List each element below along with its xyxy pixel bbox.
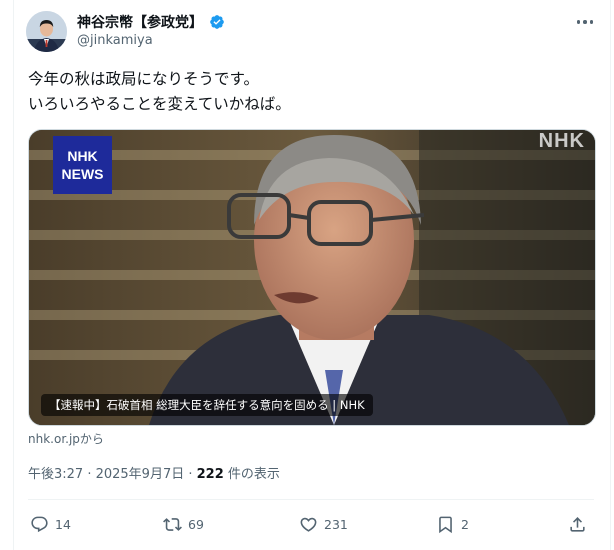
views-count: 222 <box>196 467 224 482</box>
author-display-name[interactable]: 神谷宗幣【参政党】 <box>77 12 203 32</box>
badge-line: NHK <box>67 148 98 164</box>
share-button[interactable] <box>568 510 587 538</box>
nhk-watermark: NHK <box>538 130 585 152</box>
retweet-button[interactable]: 69 <box>163 510 204 538</box>
author-name-row[interactable]: 神谷宗幣【参政党】 <box>77 12 225 32</box>
bookmark-button[interactable]: 2 <box>436 510 469 538</box>
like-count: 231 <box>324 516 348 532</box>
media-image[interactable]: NHK NEWS NHK 【速報中】石破首相 総理大臣を辞任する意向を固める |… <box>28 129 596 426</box>
like-icon <box>300 517 317 532</box>
tweet-text-line: 今年の秋は政局になりそうです。 <box>28 70 259 88</box>
reply-icon <box>31 516 48 532</box>
author-handle[interactable]: @jinkamiya <box>77 33 153 48</box>
retweet-icon <box>163 517 182 531</box>
action-bar: 14 69 231 2 <box>30 510 594 538</box>
reply-count: 14 <box>55 516 71 532</box>
link-source[interactable]: nhk.or.jpから <box>28 430 104 447</box>
views-label: 件の表示 <box>223 467 280 482</box>
avatar[interactable] <box>26 11 67 52</box>
bookmark-count: 2 <box>461 516 469 532</box>
verified-badge-icon <box>210 15 224 29</box>
tweet-text: 今年の秋は政局になりそうです。 いろいろやることを変えていかねば。 <box>28 67 291 117</box>
news-photo <box>29 130 595 425</box>
divider <box>28 499 594 500</box>
timestamp[interactable]: 午後3:27 · 2025年9月7日 · <box>28 467 197 482</box>
tweet-text-line: いろいろやることを変えていかねば。 <box>28 95 291 113</box>
nhk-news-badge: NHK NEWS <box>53 136 112 194</box>
badge-line: NEWS <box>61 166 104 182</box>
like-button[interactable]: 231 <box>299 510 348 538</box>
media-caption: 【速報中】石破首相 総理大臣を辞任する意向を固める | NHK <box>41 394 373 416</box>
more-options-icon[interactable] <box>574 14 596 30</box>
tweet-meta: 午後3:27 · 2025年9月7日 · 222 件の表示 <box>28 463 280 482</box>
bookmark-icon <box>439 516 452 533</box>
share-icon <box>570 516 585 532</box>
retweet-count: 69 <box>188 516 204 532</box>
reply-button[interactable]: 14 <box>30 510 71 538</box>
